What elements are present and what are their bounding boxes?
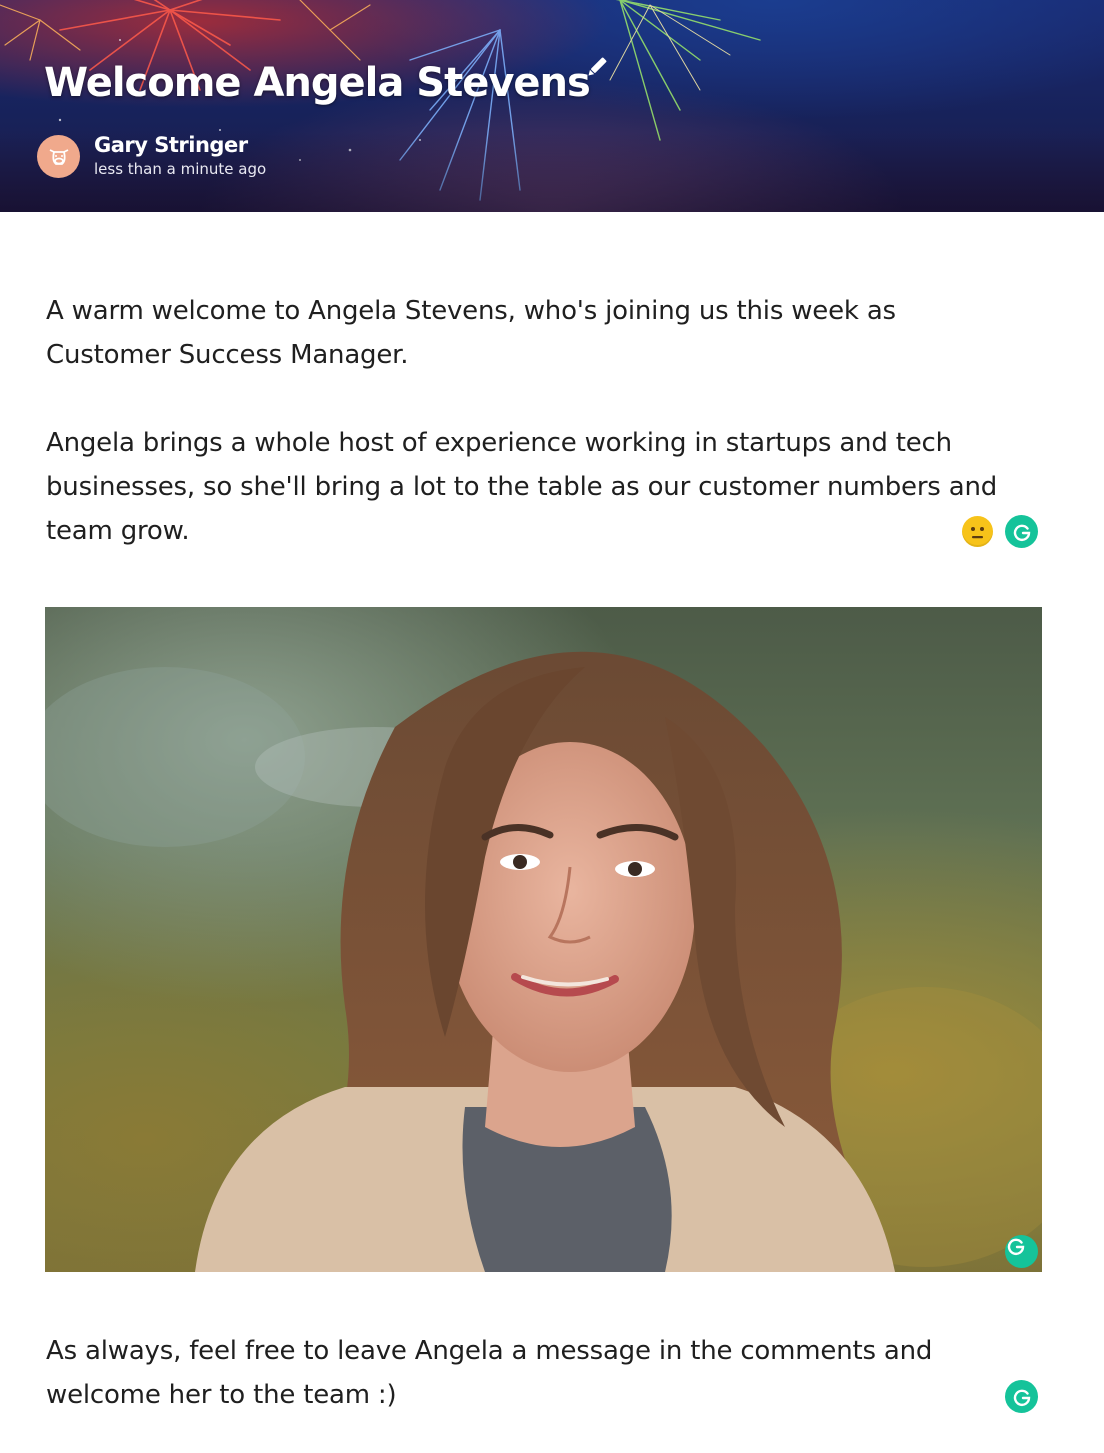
neutral-face-emoji-icon[interactable] bbox=[962, 516, 993, 547]
pencil-icon[interactable] bbox=[584, 54, 610, 80]
paragraph-closing[interactable]: As always, feel free to leave Angela a m… bbox=[46, 1329, 1046, 1417]
author-block: Gary Stringer less than a minute ago bbox=[37, 132, 266, 180]
grammarly-icon[interactable] bbox=[1005, 1380, 1038, 1413]
paragraph-intro[interactable]: A warm welcome to Angela Stevens, who's … bbox=[46, 289, 1006, 377]
grammarly-icon[interactable] bbox=[1005, 515, 1038, 548]
cover-banner: Welcome Angela Stevens Gary Stringer les… bbox=[0, 0, 1104, 212]
cow-face-icon[interactable] bbox=[37, 134, 80, 178]
portrait-illustration bbox=[45, 651, 1042, 1272]
page-title: Welcome Angela Stevens bbox=[44, 60, 591, 106]
paragraph-experience[interactable]: Angela brings a whole host of experience… bbox=[46, 421, 1046, 553]
profile-photo bbox=[45, 607, 1042, 1272]
grammarly-icon[interactable] bbox=[1005, 1235, 1038, 1268]
post-timestamp: less than a minute ago bbox=[94, 160, 267, 178]
author-name[interactable]: Gary Stringer bbox=[94, 132, 266, 158]
